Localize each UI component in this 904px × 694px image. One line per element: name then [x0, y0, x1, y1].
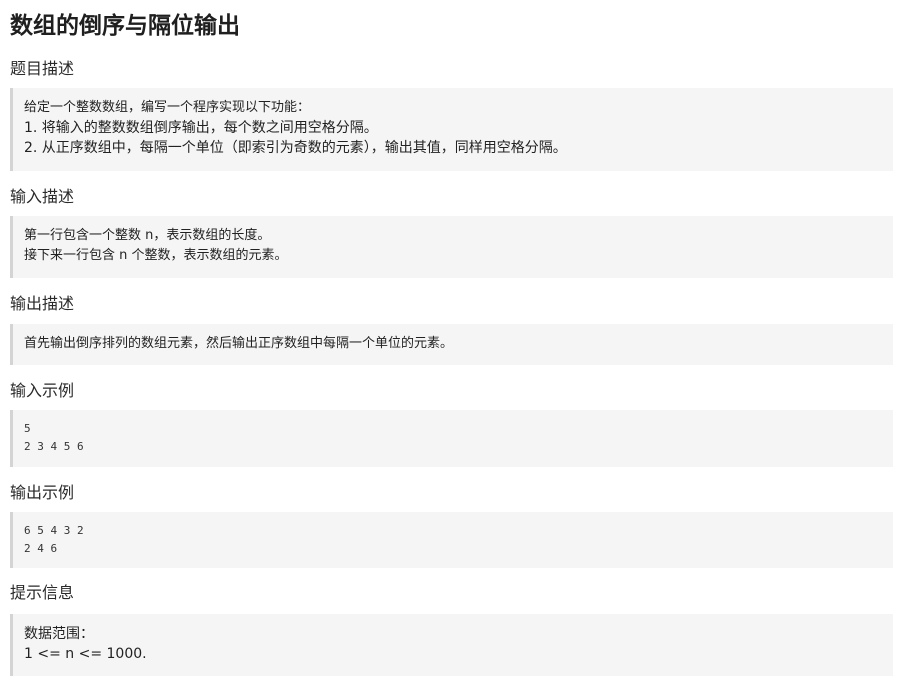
output-description-block: 首先输出倒序排列的数组元素，然后输出正序数组中每隔一个单位的元素。 [10, 324, 893, 365]
output-example-line: 6 5 4 3 2 [24, 524, 84, 537]
output-description-line: 首先输出倒序排列的数组元素，然后输出正序数组中每隔一个单位的元素。 [24, 336, 454, 351]
description-line: 给定一个整数数组，编写一个程序实现以下功能： [24, 100, 311, 115]
description-heading: 题目描述 [10, 59, 75, 78]
problem-page: 数组的倒序与隔位输出 题目描述 给定一个整数数组，编写一个程序实现以下功能： 1… [0, 0, 904, 694]
input-example-line: 5 [24, 422, 31, 435]
input-example-heading: 输入示例 [10, 381, 75, 400]
output-example-heading: 输出示例 [10, 483, 75, 502]
input-description-line: 第一行包含一个整数 n，表示数组的长度。 [24, 228, 271, 243]
hint-block: 数据范围： 1 <= n <= 1000. [10, 614, 893, 676]
output-description-heading: 输出描述 [10, 294, 75, 313]
output-example-line: 2 4 6 [24, 542, 58, 555]
hint-heading: 提示信息 [10, 583, 75, 602]
output-example-block: 6 5 4 3 2 2 4 6 [10, 512, 893, 568]
description-line: 2. 从正序数组中，每隔一个单位（即索引为奇数的元素），输出其值，同样用空格分隔… [24, 140, 567, 156]
input-example-block: 5 2 3 4 5 6 [10, 410, 893, 467]
hint-line: 1 <= n <= 1000. [24, 646, 147, 662]
page-title: 数组的倒序与隔位输出 [10, 13, 240, 39]
input-description-block: 第一行包含一个整数 n，表示数组的长度。 接下来一行包含 n 个整数，表示数组的… [10, 216, 893, 278]
input-description-heading: 输入描述 [10, 187, 75, 206]
input-example-line: 2 3 4 5 6 [24, 440, 84, 453]
description-block: 给定一个整数数组，编写一个程序实现以下功能： 1. 将输入的整数数组倒序输出，每… [10, 88, 893, 171]
hint-line: 数据范围： [24, 626, 94, 642]
input-description-line: 接下来一行包含 n 个整数，表示数组的元素。 [24, 248, 288, 263]
description-line: 1. 将输入的整数数组倒序输出，每个数之间用空格分隔。 [24, 120, 378, 136]
